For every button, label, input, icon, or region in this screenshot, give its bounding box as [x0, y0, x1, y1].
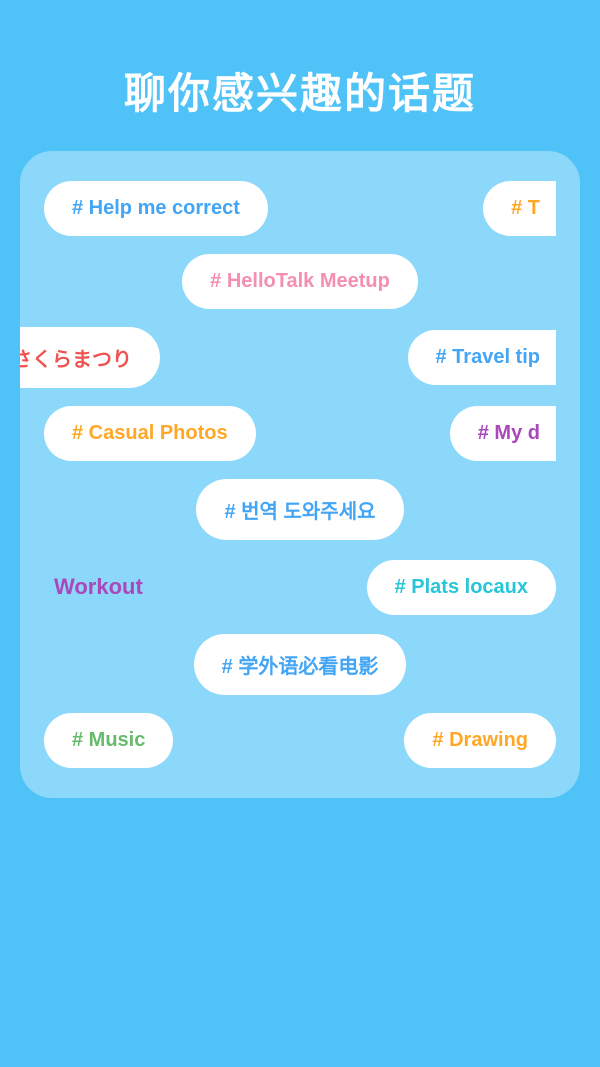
tag-my-d[interactable]: # My d [450, 406, 556, 461]
tag-row-5: # 번역 도와주세요 [44, 479, 556, 540]
tag-language-movie[interactable]: # 学外语必看电影 [194, 634, 407, 695]
tag-row-2: # HelloTalk Meetup [44, 254, 556, 309]
tag-plats-locaux[interactable]: # Plats locaux [367, 560, 556, 615]
tag-translation-help[interactable]: # 번역 도와주세요 [196, 479, 403, 540]
tag-t[interactable]: # T [483, 181, 556, 236]
tag-workout[interactable]: Workout [44, 558, 153, 616]
tag-row-6: Workout # Plats locaux [44, 558, 556, 616]
tag-row-4: # Casual Photos # My d [44, 406, 556, 461]
topics-card: # Help me correct # T # HelloTalk Meetup… [20, 151, 580, 798]
tag-hellotalk-meetup[interactable]: # HelloTalk Meetup [182, 254, 418, 309]
tag-travel-tip[interactable]: # Travel tip [408, 330, 557, 385]
tag-sakura-matsuri[interactable]: さくらまつり [20, 327, 160, 388]
page-title: 聊你感兴趣的话题 [20, 60, 580, 121]
tag-row-8: # Music # Drawing [44, 713, 556, 768]
tag-row-1: # Help me correct # T [44, 181, 556, 236]
tag-help-me-correct[interactable]: # Help me correct [44, 181, 268, 236]
tag-drawing[interactable]: # Drawing [404, 713, 556, 768]
page-header: 聊你感兴趣的话题 [0, 0, 600, 151]
tag-row-7: # 学外语必看电影 [44, 634, 556, 695]
tag-row-3: さくらまつり # Travel tip [44, 327, 556, 388]
tag-music[interactable]: # Music [44, 713, 173, 768]
tag-casual-photos[interactable]: # Casual Photos [44, 406, 256, 461]
